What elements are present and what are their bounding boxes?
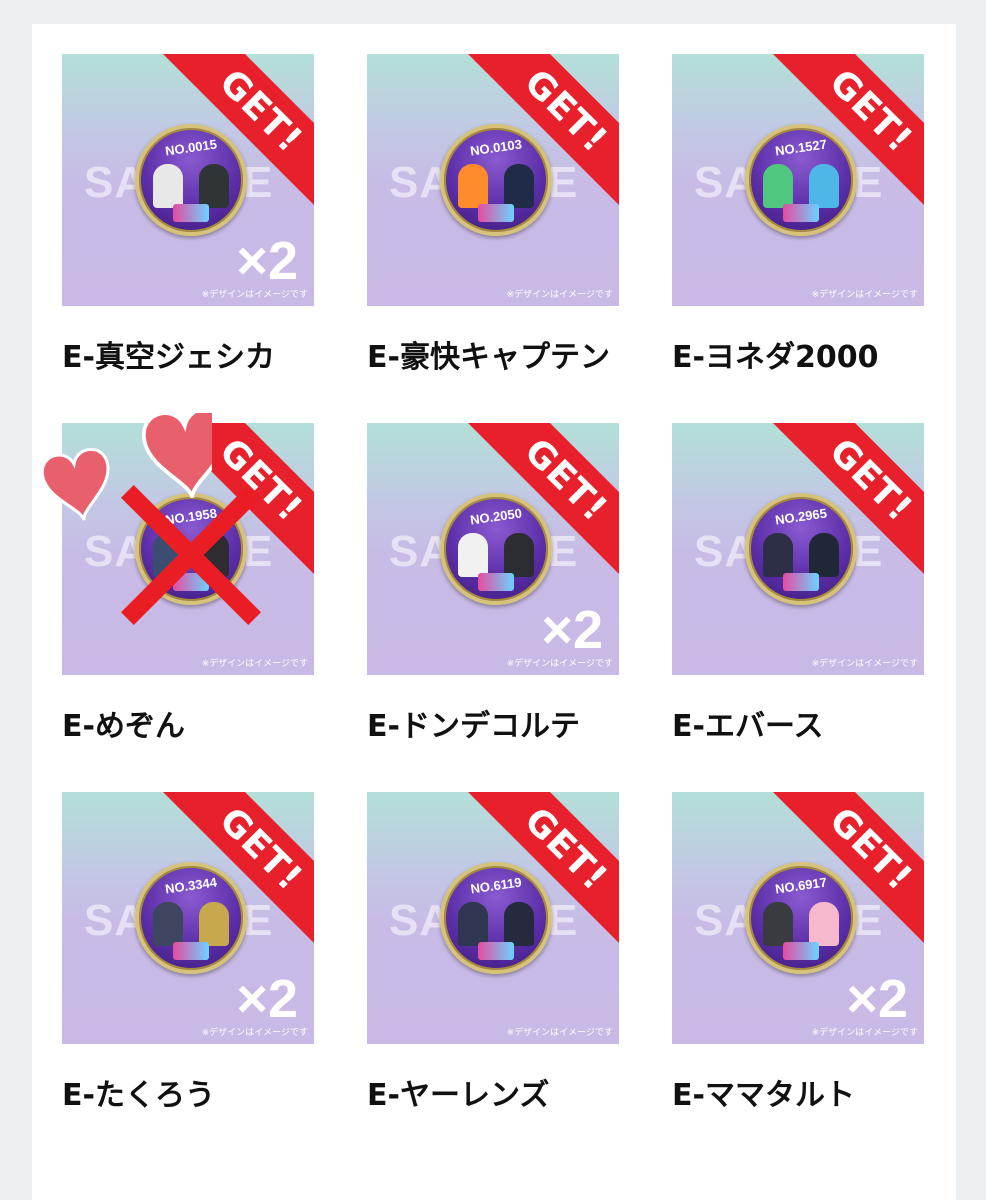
coin-badge-image: NO.0103 bbox=[440, 124, 552, 236]
collection-item[interactable]: SAMPLENO.2965GET!※デザインはイメージです E-エバース bbox=[672, 423, 924, 792]
coin-logo bbox=[783, 204, 819, 222]
item-thumbnail[interactable]: SAMPLENO.2965GET!※デザインはイメージです bbox=[672, 423, 924, 675]
quantity-count: ×2 bbox=[541, 600, 603, 660]
coin-figure bbox=[809, 164, 839, 208]
coin-badge-image: NO.3344 bbox=[135, 862, 247, 974]
design-note: ※デザインはイメージです bbox=[811, 659, 918, 669]
coin-figure bbox=[809, 533, 839, 577]
item-name: E-ヨネダ2000 bbox=[672, 340, 879, 375]
coin-badge-image: NO.6119 bbox=[440, 862, 552, 974]
item-name: E-ヤーレンズ bbox=[367, 1078, 550, 1113]
coin-figure bbox=[153, 164, 183, 208]
coin-number: NO.2050 bbox=[469, 505, 523, 528]
design-note: ※デザインはイメージです bbox=[811, 290, 918, 300]
coin-badge-image: NO.2050 bbox=[440, 493, 552, 605]
coin-logo bbox=[783, 573, 819, 591]
coin-figure bbox=[809, 902, 839, 946]
collection-item[interactable]: SAMPLENO.2050GET!※デザインはイメージです×2 E-ドンデコルテ bbox=[367, 423, 619, 792]
coin-logo bbox=[478, 204, 514, 222]
coin-figure bbox=[504, 533, 534, 577]
heart-icon bbox=[142, 413, 212, 499]
coin-badge-image: NO.0015 bbox=[135, 124, 247, 236]
item-thumbnail[interactable]: SAMPLENO.6119GET!※デザインはイメージです bbox=[367, 792, 619, 1044]
item-name: E-めぞん bbox=[62, 709, 185, 744]
item-thumbnail[interactable]: SAMPLENO.0015GET!※デザインはイメージです×2 bbox=[62, 54, 314, 306]
collection-panel: SAMPLENO.0015GET!※デザインはイメージです×2E-真空ジェシカS… bbox=[32, 24, 956, 1200]
collection-item[interactable]: SAMPLENO.0103GET!※デザインはイメージです E-豪快キャプテン bbox=[367, 54, 619, 423]
collection-item[interactable]: SAMPLENO.3344GET!※デザインはイメージです×2 E-たくろう bbox=[62, 792, 314, 1161]
coin-figure bbox=[504, 902, 534, 946]
coin-logo bbox=[173, 942, 209, 960]
coin-figure bbox=[199, 164, 229, 208]
coin-figure bbox=[153, 902, 183, 946]
hearts-icon bbox=[40, 413, 212, 521]
coin-number: NO.1527 bbox=[774, 136, 828, 159]
item-thumbnail[interactable]: SAMPLENO.1527GET!※デザインはイメージです bbox=[672, 54, 924, 306]
coin-figure bbox=[763, 902, 793, 946]
coin-number: NO.6917 bbox=[774, 874, 828, 897]
coin-badge-image: NO.1527 bbox=[745, 124, 857, 236]
collection-item[interactable]: SAMPLENO.1958GET!※デザインはイメージですE-めぞん bbox=[40, 413, 314, 792]
coin-figure bbox=[199, 902, 229, 946]
coin-number: NO.0103 bbox=[469, 136, 523, 159]
item-thumbnail[interactable]: SAMPLENO.3344GET!※デザインはイメージです×2 bbox=[62, 792, 314, 1044]
coin-figure bbox=[763, 533, 793, 577]
coin-figure bbox=[458, 902, 488, 946]
item-name: E-エバース bbox=[672, 709, 824, 744]
coin-logo bbox=[783, 942, 819, 960]
coin-badge-image: NO.6917 bbox=[745, 862, 857, 974]
item-name: E-真空ジェシカ bbox=[62, 340, 275, 375]
quantity-count: ×2 bbox=[846, 969, 908, 1029]
coin-logo bbox=[173, 204, 209, 222]
coin-figure bbox=[504, 164, 534, 208]
coin-figure bbox=[458, 533, 488, 577]
coin-figure bbox=[458, 164, 488, 208]
quantity-count: ×2 bbox=[236, 231, 298, 291]
item-name: E-たくろう bbox=[62, 1078, 215, 1113]
item-name: E-ママタルト bbox=[672, 1078, 855, 1113]
item-name: E-豪快キャプテン bbox=[367, 340, 610, 375]
item-grid: SAMPLENO.0015GET!※デザインはイメージです×2E-真空ジェシカS… bbox=[40, 54, 924, 1161]
collection-item[interactable]: SAMPLENO.1527GET!※デザインはイメージです E-ヨネダ2000 bbox=[672, 54, 924, 423]
coin-figure bbox=[763, 164, 793, 208]
collection-item[interactable]: SAMPLENO.6917GET!※デザインはイメージです×2 E-ママタルト bbox=[672, 792, 924, 1161]
coin-number: NO.3344 bbox=[164, 874, 218, 897]
design-note: ※デザインはイメージです bbox=[201, 659, 308, 669]
collection-item[interactable]: SAMPLENO.6119GET!※デザインはイメージです E-ヤーレンズ bbox=[367, 792, 619, 1161]
coin-number: NO.2965 bbox=[774, 505, 828, 528]
item-thumbnail[interactable]: SAMPLENO.2050GET!※デザインはイメージです×2 bbox=[367, 423, 619, 675]
coin-number: NO.0015 bbox=[164, 136, 218, 159]
quantity-count: ×2 bbox=[236, 969, 298, 1029]
item-name: E-ドンデコルテ bbox=[367, 709, 580, 744]
coin-logo bbox=[478, 573, 514, 591]
item-thumbnail[interactable]: SAMPLENO.0103GET!※デザインはイメージです bbox=[367, 54, 619, 306]
design-note: ※デザインはイメージです bbox=[506, 290, 613, 300]
coin-number: NO.6119 bbox=[469, 874, 523, 897]
item-thumbnail[interactable]: SAMPLENO.6917GET!※デザインはイメージです×2 bbox=[672, 792, 924, 1044]
design-note: ※デザインはイメージです bbox=[506, 1028, 613, 1038]
heart-icon bbox=[40, 448, 110, 521]
collection-item[interactable]: SAMPLENO.0015GET!※デザインはイメージです×2 E-真空ジェシカ bbox=[62, 54, 314, 423]
coin-badge-image: NO.2965 bbox=[745, 493, 857, 605]
coin-logo bbox=[478, 942, 514, 960]
